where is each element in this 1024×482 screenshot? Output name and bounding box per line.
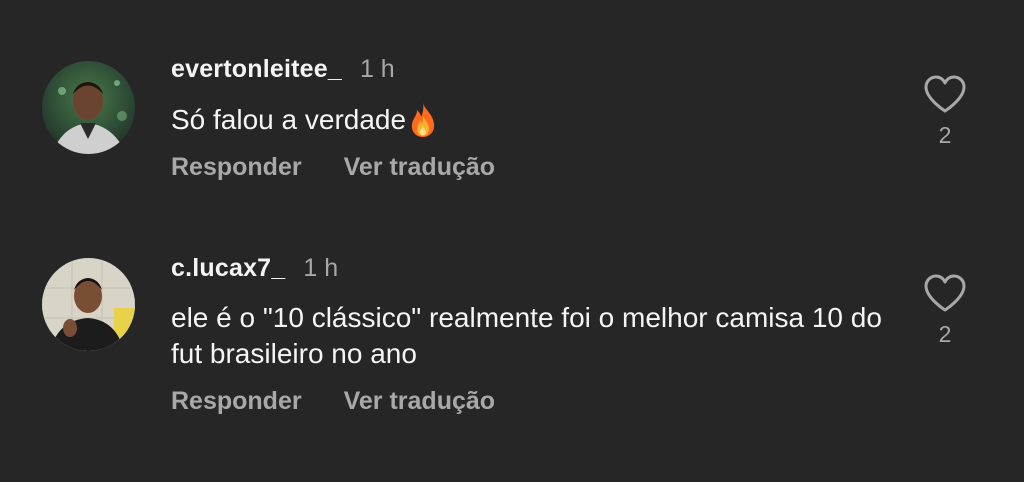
- avatar-photo: [42, 258, 135, 351]
- comment-item: evertonleitee_ 1 h Só falou a verdade Re…: [0, 0, 1024, 230]
- comment-actions: Responder Ver tradução: [171, 153, 495, 182]
- comment-body: ele é o "10 clássico" realmente foi o me…: [171, 302, 882, 369]
- heart-icon[interactable]: [923, 273, 967, 313]
- comment-actions: Responder Ver tradução: [171, 387, 495, 416]
- comment-text: Só falou a verdade: [171, 102, 911, 138]
- fire-icon: [411, 103, 435, 137]
- comment-item: c.lucax7_ 1 h ele é o "10 clássico" real…: [0, 230, 1024, 482]
- like-control: 2: [922, 74, 968, 149]
- avatar[interactable]: [42, 61, 135, 154]
- comment-body: Só falou a verdade: [171, 104, 407, 135]
- timestamp: 1 h: [359, 55, 395, 83]
- avatar-photo: [42, 61, 135, 154]
- username[interactable]: evertonleitee_: [171, 55, 342, 84]
- avatar[interactable]: [42, 258, 135, 351]
- translate-button[interactable]: Ver tradução: [344, 387, 495, 416]
- like-count: 2: [938, 122, 952, 148]
- timestamp: 1 h: [303, 254, 339, 282]
- reply-button[interactable]: Responder: [171, 387, 302, 416]
- username[interactable]: c.lucax7_: [171, 254, 285, 283]
- like-control: 2: [922, 273, 968, 348]
- translate-button[interactable]: Ver tradução: [344, 153, 495, 182]
- comment-header: c.lucax7_ 1 h: [171, 254, 338, 283]
- reply-button[interactable]: Responder: [171, 153, 302, 182]
- comment-text: ele é o "10 clássico" realmente foi o me…: [171, 300, 911, 372]
- like-count: 2: [938, 321, 952, 347]
- heart-icon[interactable]: [923, 74, 967, 114]
- comment-header: evertonleitee_ 1 h: [171, 55, 395, 84]
